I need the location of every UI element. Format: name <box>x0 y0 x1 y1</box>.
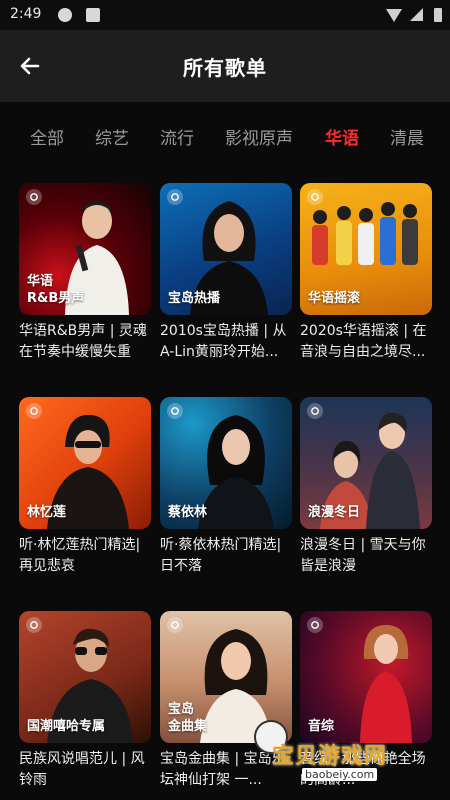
watermark: 宝贝游戏网 baobeiy.com <box>254 720 422 786</box>
netease-logo-icon <box>26 189 42 205</box>
playlist-cover: 蔡依林 <box>160 397 292 529</box>
playlist-title: 2010s宝岛热播 | 从A-Lin黄丽玲开始... <box>160 323 287 360</box>
status-bar: 2:49 <box>0 0 450 30</box>
page-title: 所有歌单 <box>183 56 267 80</box>
playlist-title: 2020s华语摇滚 | 在音浪与自由之境尽... <box>300 323 427 360</box>
singer-figure <box>360 625 412 743</box>
netease-logo-icon <box>167 617 183 633</box>
notification-icon <box>58 8 72 22</box>
playlist-title: 华语R&B男声 | 灵魂在节奏中缓慢失重 <box>19 323 147 360</box>
playlist-card[interactable]: 华语 R&B男声 华语R&B男声 | 灵魂在节奏中缓慢失重 <box>19 183 151 363</box>
netease-logo-icon <box>307 617 323 633</box>
cover-label: 国潮嘻哈专属 <box>27 719 106 734</box>
battery-icon <box>434 8 442 22</box>
header-bar: 所有歌单 <box>0 30 450 102</box>
playlist-cover: 宝岛热播 <box>160 183 292 315</box>
playlist-card[interactable]: 林忆莲 听·林忆莲热门精选| 再见悲哀 <box>19 397 151 577</box>
cover-label: 宝岛 金曲集 <box>168 702 208 734</box>
cover-label: 浪漫冬日 <box>308 505 361 520</box>
netease-logo-icon <box>26 617 42 633</box>
playlist-cover: 国潮嘻哈专属 <box>19 611 151 743</box>
cover-label: 华语摇滚 <box>308 291 361 306</box>
status-time: 2:49 <box>10 6 42 22</box>
playlist-cover: 音综 <box>300 611 432 743</box>
cover-label: 林忆莲 <box>27 505 67 520</box>
tab-soundtrack[interactable]: 影视原声 <box>225 124 293 149</box>
app-notification-icon <box>86 8 100 22</box>
netease-logo-icon <box>307 403 323 419</box>
cover-label: 蔡依林 <box>168 505 208 520</box>
playlist-title: 听·林忆莲热门精选| 再见悲哀 <box>19 537 141 574</box>
playlist-card[interactable]: 蔡依林 听·蔡依林热门精选| 日不落 <box>160 397 292 577</box>
playlist-card[interactable]: 宝岛热播 2010s宝岛热播 | 从A-Lin黄丽玲开始... <box>160 183 292 363</box>
playlist-cover: 浪漫冬日 <box>300 397 432 529</box>
playlist-card[interactable]: 国潮嘻哈专属 民族风说唱范儿 | 风铃雨 <box>19 611 151 791</box>
netease-logo-icon <box>26 403 42 419</box>
watermark-url: baobeiy.com <box>302 768 378 781</box>
netease-logo-icon <box>307 189 323 205</box>
tab-variety[interactable]: 综艺 <box>95 124 129 149</box>
cover-label: 宝岛热播 <box>168 291 221 306</box>
playlist-cover: 华语 R&B男声 <box>19 183 151 315</box>
netease-logo-icon <box>167 189 183 205</box>
tab-all[interactable]: 全部 <box>30 124 64 149</box>
playlist-cover: 华语摇滚 <box>300 183 432 315</box>
playlist-cover: 林忆莲 <box>19 397 151 529</box>
tab-pop[interactable]: 流行 <box>160 124 194 149</box>
playlist-card[interactable]: 浪漫冬日 浪漫冬日 | 雪天与你 皆是浪漫 <box>300 397 432 577</box>
playlist-title: 民族风说唱范儿 | 风铃雨 <box>19 751 145 788</box>
cover-label: 华语 R&B男声 <box>27 274 85 306</box>
signal-icon <box>410 8 423 21</box>
wifi-icon <box>386 9 402 22</box>
tab-chinese[interactable]: 华语 <box>325 124 359 149</box>
tab-morning[interactable]: 清晨 <box>390 124 424 149</box>
netease-logo-icon <box>167 403 183 419</box>
playlist-title: 浪漫冬日 | 雪天与你 皆是浪漫 <box>300 537 426 574</box>
watermark-text: 宝贝游戏网 <box>272 744 388 769</box>
playlist-title: 听·蔡依林热门精选| 日不落 <box>160 537 282 574</box>
category-tabs: 全部 综艺 流行 影视原声 华语 清晨 <box>0 102 450 166</box>
playlist-card[interactable]: 华语摇滚 2020s华语摇滚 | 在音浪与自由之境尽... <box>300 183 432 363</box>
